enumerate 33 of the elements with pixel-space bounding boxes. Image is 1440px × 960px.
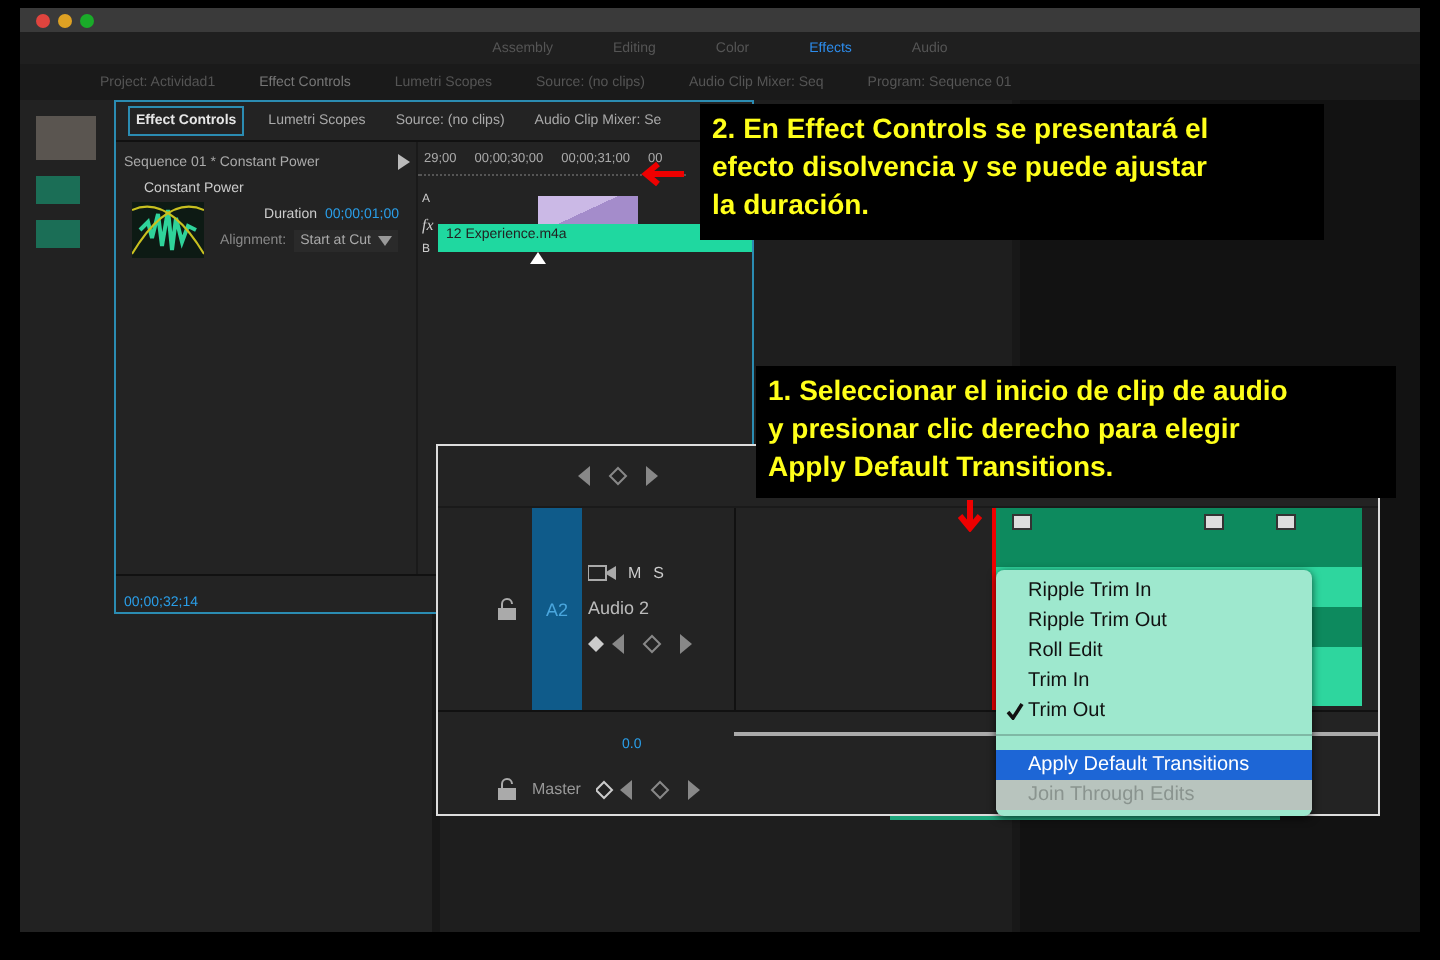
menu-item[interactable]: Apply Default Transitions: [996, 750, 1312, 780]
master-track-name: Master: [532, 780, 581, 798]
close-icon[interactable]: [36, 13, 50, 27]
menu-item[interactable]: Roll Edit: [996, 636, 1312, 666]
annotation-text: 1. Seleccionar el inicio de clip de audio y presionar clic derecho para elegir Apply Default Transitions.: [768, 372, 1290, 486]
menu-item[interactable]: Trim Out: [996, 696, 1312, 726]
track-toggle[interactable]: S: [653, 564, 665, 582]
track-toggle[interactable]: M: [628, 564, 642, 582]
photo-placeholder: [36, 116, 96, 160]
transition-thumbnail-icon: [132, 202, 204, 258]
menu-item[interactable]: Ripple Trim In: [996, 576, 1312, 606]
lock-icon[interactable]: [498, 778, 516, 800]
keyframe-nav-icon[interactable]: [588, 634, 692, 654]
lock-icon[interactable]: [498, 598, 516, 620]
fx-badge-icon: [1204, 514, 1224, 530]
keyframe-nav-icon[interactable]: [596, 779, 701, 799]
minimize-icon[interactable]: [58, 13, 72, 27]
left-arrow-icon: [640, 162, 684, 186]
keyframe-nav-icon[interactable]: [578, 466, 658, 486]
play-icon[interactable]: [398, 154, 410, 170]
down-arrow-icon: [958, 500, 982, 532]
annotation-text: 2. En Effect Controls se presentará el efecto disolvencia y se puede ajustar la duración.: [712, 110, 1211, 224]
caret-icon: [378, 236, 393, 246]
camera-icon[interactable]: [588, 564, 616, 582]
maximize-icon[interactable]: [80, 13, 94, 27]
audio-clip-icon: [36, 220, 80, 248]
menu-item[interactable]: Ripple Trim Out: [996, 606, 1312, 636]
track-name: Audio 2: [588, 598, 652, 618]
fx-badge-icon: [1276, 514, 1296, 530]
fx-label: fx: [422, 216, 436, 234]
menu-item[interactable]: Trim In: [996, 666, 1312, 696]
audio-clip-icon: [36, 176, 80, 204]
fx-badge-icon: [1012, 514, 1032, 530]
